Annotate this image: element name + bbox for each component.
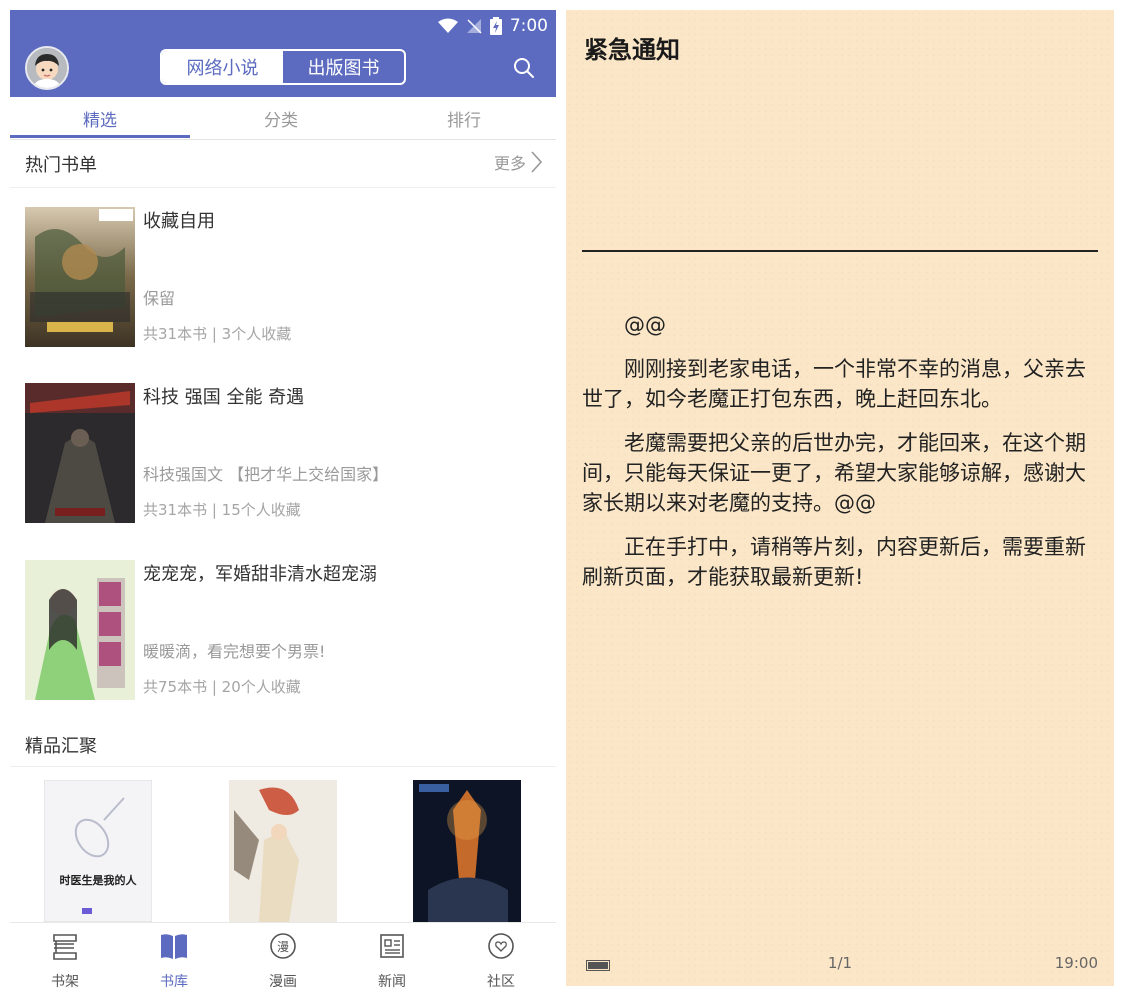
app-header: 7:00 网络小说 出版图书 — [10, 10, 556, 97]
tab-featured[interactable]: 精选 — [10, 97, 190, 139]
book-list-meta: 共31本书 | 15个人收藏 — [143, 501, 301, 519]
no-signal-icon — [466, 19, 482, 34]
nav-bookshelf[interactable]: 书架 — [10, 923, 120, 996]
notice-body: @@ 刚刚接到老家电话，一个非常不幸的消息，父亲去世了，如今老魔正打包东西，晚上… — [582, 310, 1100, 606]
notice-paragraph: 老魔需要把父亲的后世办完，才能回来，在这个期间，只能每天保证一更了，希望大家能够… — [582, 431, 1086, 515]
category-tabs: 精选 分类 排行 — [10, 97, 556, 140]
segment-published-books[interactable]: 出版图书 — [283, 51, 404, 83]
avatar[interactable] — [25, 46, 69, 90]
list-item[interactable]: 宠宠宠，军婚甜非清水超宠溺 暖暖滴，看完想要个男票! 共75本书 | 20个人收… — [25, 560, 545, 700]
book-list-title: 科技 强国 全能 奇遇 — [143, 387, 305, 408]
nav-label: 漫画 — [269, 974, 297, 990]
book-type-switch: 网络小说 出版图书 — [160, 49, 406, 85]
book-list-title: 宠宠宠，军婚甜非清水超宠溺 — [143, 564, 377, 585]
list-item[interactable]: 科技 强国 全能 奇遇 科技强国文 【把才华上交给国家】 共31本书 | 15个… — [25, 383, 545, 523]
tab-rankings[interactable]: 排行 — [372, 97, 556, 139]
tab-categories[interactable]: 分类 — [190, 97, 372, 139]
notice-title: 紧急通知 — [584, 36, 680, 64]
book-cover-image — [25, 383, 135, 523]
nav-community[interactable]: 社区 — [446, 923, 556, 996]
user-avatar-icon — [27, 48, 67, 88]
book-list-desc: 保留 — [143, 289, 176, 308]
book-list-meta: 共31本书 | 3个人收藏 — [143, 325, 292, 343]
premium-cover-title: 时医生是我的人 — [59, 874, 137, 887]
book-cover-image — [25, 560, 135, 700]
more-button[interactable]: 更多 — [494, 150, 542, 174]
community-icon — [488, 933, 514, 959]
nav-comics[interactable]: 漫 漫画 — [228, 923, 338, 996]
nav-label: 社区 — [487, 974, 515, 990]
divider — [10, 187, 556, 188]
bookshelf-icon — [53, 934, 77, 960]
chevron-right-icon — [531, 151, 542, 173]
battery-charging-icon — [489, 17, 502, 35]
more-label: 更多 — [493, 154, 526, 173]
wifi-icon — [437, 18, 458, 33]
bottom-navigation: 书架 书库 漫 漫画 新闻 社区 — [10, 922, 556, 996]
reader-panel[interactable]: 紧急通知 @@ 刚刚接到老家电话，一个非常不幸的消息，父亲去世了，如今老魔正打包… — [566, 10, 1114, 986]
segment-web-novels[interactable]: 网络小说 — [162, 51, 283, 83]
notice-paragraph: @@ — [624, 313, 666, 337]
book-cover-image — [25, 207, 135, 347]
page-indicator: 1/1 — [827, 954, 853, 972]
news-icon — [380, 934, 404, 958]
library-book-icon — [161, 934, 187, 959]
nav-label: 书架 — [51, 974, 79, 990]
title-divider — [582, 250, 1098, 252]
bookstore-panel: 7:00 网络小说 出版图书 精选 分类 排行 热门书单 更多 收藏自用 保留 … — [10, 10, 556, 996]
tab-indicator — [10, 135, 190, 138]
nav-library[interactable]: 书库 — [119, 923, 229, 996]
list-item[interactable]: 收藏自用 保留 共31本书 | 3个人收藏 — [25, 207, 545, 347]
reader-clock: 19:00 — [1054, 954, 1098, 972]
premium-book-cover[interactable]: 时医生是我的人 — [44, 780, 152, 922]
notice-paragraph: 刚刚接到老家电话，一个非常不幸的消息，父亲去世了，如今老魔正打包东西，晚上赶回东… — [582, 357, 1086, 411]
nav-news[interactable]: 新闻 — [337, 923, 447, 996]
book-list-title: 收藏自用 — [143, 211, 215, 232]
status-time: 7:00 — [509, 16, 548, 36]
nav-label: 新闻 — [378, 974, 406, 990]
status-bar: 7:00 — [437, 14, 548, 38]
premium-title: 精品汇聚 — [25, 736, 97, 757]
svg-text:漫: 漫 — [277, 940, 289, 954]
comic-icon: 漫 — [270, 933, 296, 959]
reader-footer: 1/1 19:00 — [566, 954, 1114, 978]
hot-lists-title: 热门书单 — [25, 155, 97, 176]
notice-paragraph: 正在手打中，请稍等片刻，内容更新后，需要重新刷新页面，才能获取最新更新! — [582, 535, 1086, 589]
book-list-desc: 科技强国文 【把才华上交给国家】 — [143, 465, 389, 484]
divider — [10, 766, 556, 767]
nav-label: 书库 — [160, 974, 188, 990]
premium-book-cover[interactable] — [413, 780, 521, 922]
book-list-desc: 暖暖滴，看完想要个男票! — [143, 642, 326, 661]
premium-book-cover[interactable] — [229, 780, 337, 922]
search-icon[interactable] — [512, 56, 536, 80]
book-list-meta: 共75本书 | 20个人收藏 — [143, 678, 301, 696]
